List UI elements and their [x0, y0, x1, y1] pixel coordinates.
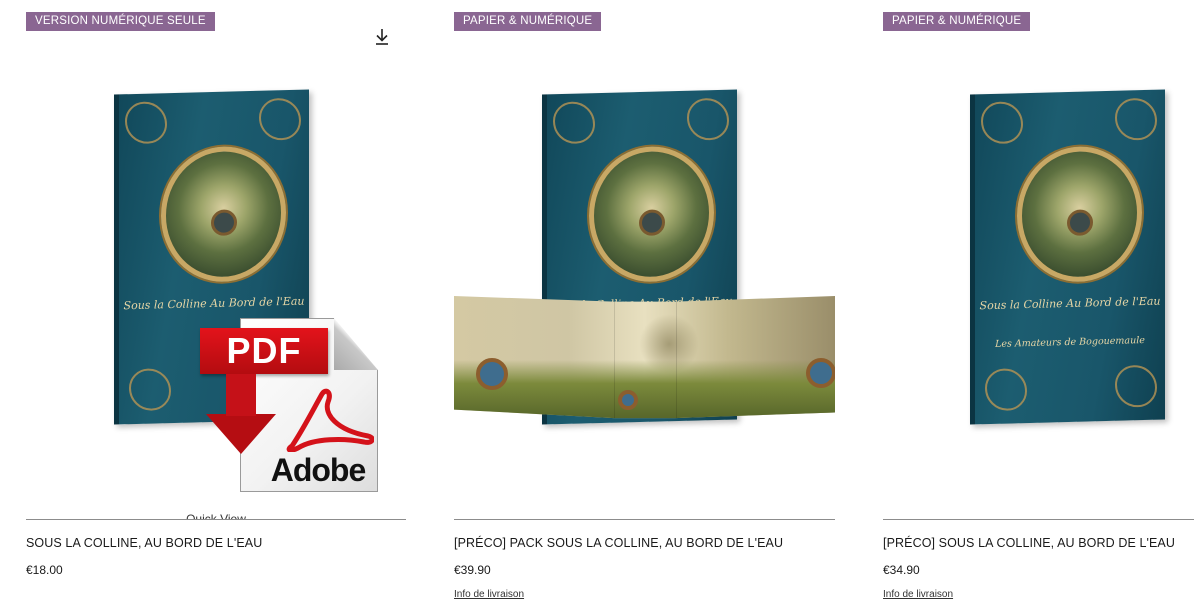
product-ribbon: VERSION NUMÉRIQUE SEULE — [26, 12, 215, 31]
cover-title: Sous la Colline Au Bord de l'Eau — [123, 294, 305, 313]
product-price: €34.90 — [883, 563, 920, 577]
shipping-info-link[interactable]: Info de livraison — [883, 589, 953, 600]
product-price: €39.90 — [454, 563, 491, 577]
download-icon[interactable] — [374, 28, 390, 46]
product-image[interactable]: Sous la Colline Au Bord de l'Eau — [454, 0, 835, 519]
card-divider — [883, 519, 1194, 520]
download-arrow-icon — [206, 374, 276, 454]
product-card[interactable]: Sous la Colline Au Bord de l'Eau Les Ama… — [883, 0, 1194, 606]
cover-title: Sous la Colline Au Bord de l'Eau — [979, 294, 1161, 313]
acrobat-logo-icon — [286, 388, 374, 452]
pdf-download-badge: PDF Adobe — [200, 318, 378, 493]
product-title[interactable]: SOUS LA COLLINE, AU BORD DE L'EAU — [26, 536, 262, 550]
pdf-label: PDF — [200, 328, 328, 374]
product-ribbon: PAPIER & NUMÉRIQUE — [454, 12, 602, 31]
product-title[interactable]: [PRÉCO] SOUS LA COLLINE, AU BORD DE L'EA… — [883, 536, 1175, 550]
product-card[interactable]: Sous la Colline Au Bord de l'Eau PAPIER … — [454, 0, 835, 606]
gm-screen-image — [454, 296, 835, 419]
card-divider — [26, 519, 406, 520]
book-cover-image: Sous la Colline Au Bord de l'Eau Les Ama… — [970, 89, 1165, 425]
card-divider — [454, 519, 835, 520]
product-card[interactable]: Sous la Colline Au Bord de l'Eau PDF Ado… — [26, 0, 406, 606]
product-image[interactable]: Sous la Colline Au Bord de l'Eau PDF Ado… — [26, 0, 406, 519]
cover-subtitle: Les Amateurs de Bogouemaule — [995, 334, 1145, 350]
shipping-info-link[interactable]: Info de livraison — [454, 589, 524, 600]
product-ribbon: PAPIER & NUMÉRIQUE — [883, 12, 1031, 31]
product-image[interactable]: Sous la Colline Au Bord de l'Eau Les Ama… — [883, 0, 1194, 519]
product-price: €18.00 — [26, 563, 63, 577]
adobe-wordmark: Adobe — [270, 452, 367, 488]
product-title[interactable]: [PRÉCO] PACK SOUS LA COLLINE, AU BORD DE… — [454, 536, 783, 550]
